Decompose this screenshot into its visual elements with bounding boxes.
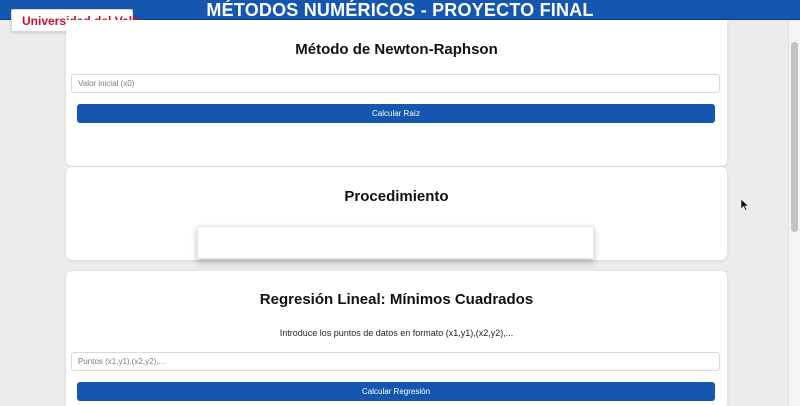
procedure-card: Procedimiento (66, 167, 727, 260)
mouse-pointer-icon (741, 199, 749, 211)
points-input[interactable] (71, 352, 720, 371)
newton-raphson-card: Método de Newton-Raphson Calcular Raíz (66, 20, 727, 166)
regression-title: Regresión Lineal: Mínimos Cuadrados (259, 291, 534, 308)
calculate-regression-button[interactable]: Calcular Regresión (77, 382, 715, 401)
vertical-scrollbar[interactable] (788, 20, 800, 406)
regression-card: Regresión Lineal: Mínimos Cuadrados Intr… (66, 271, 727, 406)
scrollbar-thumb[interactable] (791, 42, 798, 232)
procedure-output (197, 226, 594, 259)
regression-instruction: Introduce los puntos de datos en formato… (279, 328, 514, 338)
procedure-title: Procedimiento (344, 188, 449, 205)
calculate-root-button[interactable]: Calcular Raíz (77, 104, 715, 123)
initial-value-input[interactable] (71, 74, 720, 93)
newton-title: Método de Newton-Raphson (295, 41, 498, 58)
